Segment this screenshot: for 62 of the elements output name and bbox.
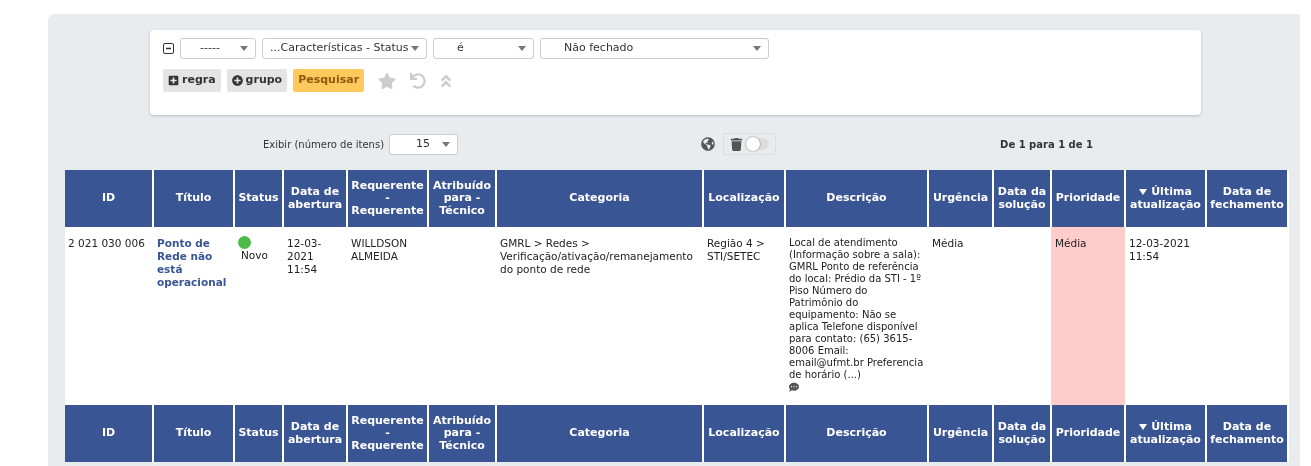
column-header[interactable]: ID: [65, 405, 153, 462]
caret-icon: [442, 141, 451, 147]
search-button[interactable]: Pesquisar: [293, 69, 365, 92]
column-header[interactable]: Data de abertura: [283, 405, 347, 462]
dropdown-select[interactable]: é: [433, 38, 534, 59]
caret-icon: [240, 46, 248, 51]
column-header[interactable]: Data de abertura: [283, 170, 347, 227]
column-header[interactable]: Data da solução: [993, 170, 1051, 227]
add-button[interactable]: grupo: [226, 69, 288, 92]
column-header[interactable]: Data de fechamento: [1206, 405, 1288, 462]
status-label: Novo: [241, 249, 268, 261]
column-header[interactable]: Status: [234, 405, 283, 462]
column-header[interactable]: Descrição: [785, 405, 928, 462]
comments-icon[interactable]: [789, 382, 799, 392]
dropdown-select[interactable]: -----: [180, 38, 256, 59]
description-text: Local de atendimento (Informação sobre a sala): GMRL Ponto de referência do local: Prédio da STI - 1º Piso Número do Patrimônio do equipamento: Não se aplica Telefone disponível para contato: (65) 3615-8006 Email: email@ufmt.br Preferencia de horário (...): [789, 237, 924, 381]
items-per-page-select[interactable]: 15: [389, 133, 459, 155]
column-header[interactable]: Urgência: [928, 405, 993, 462]
column-header[interactable]: Requerente - Requerente: [347, 170, 428, 227]
column-header[interactable]: Localização: [703, 405, 785, 462]
display-label: Exibir (número de itens): [263, 137, 385, 152]
pagination-text: De 1 para 1 de 1: [1000, 137, 1093, 152]
sort-desc-icon: [1139, 189, 1148, 195]
column-header[interactable]: Descrição: [785, 170, 928, 227]
column-header[interactable]: Título: [153, 405, 234, 462]
caret-icon: [518, 46, 526, 51]
column-header[interactable]: Data de fechamento: [1206, 170, 1288, 227]
table-cell: 12-03-2021 11:54: [1125, 227, 1206, 405]
column-header[interactable]: Atribuído para - Técnico: [428, 170, 496, 227]
column-header[interactable]: Prioridade: [1051, 170, 1125, 227]
column-header[interactable]: Localização: [703, 170, 785, 227]
column-header[interactable]: ID: [65, 170, 153, 227]
column-header[interactable]: Categoria: [496, 170, 703, 227]
dropdown-select[interactable]: Não fechado: [540, 38, 769, 59]
column-header[interactable]: Título: [153, 170, 234, 227]
add-button[interactable]: regra: [163, 69, 221, 92]
column-header[interactable]: Requerente - Requerente: [347, 405, 428, 462]
priority-cell: Média: [1051, 227, 1125, 405]
toggle-switch[interactable]: [747, 138, 770, 150]
column-header[interactable]: Última atualização: [1125, 170, 1206, 227]
table-cell: WILLDSON ALMEIDA: [347, 227, 428, 405]
table-cell: GMRL > Redes > Verificação/ativação/remanejamento do ponto de rede: [496, 227, 703, 405]
column-header[interactable]: Urgência: [928, 170, 993, 227]
table-cell: Região 4 > STI/SETEC: [703, 227, 785, 405]
star-icon[interactable]: [378, 71, 397, 90]
table-cell: 2 021 030 006: [65, 227, 153, 405]
collapse-icon[interactable]: [163, 43, 174, 54]
column-header[interactable]: Data da solução: [993, 405, 1051, 462]
table-cell: Média: [928, 227, 993, 405]
caret-icon: [411, 46, 419, 51]
dropdown-select[interactable]: ...Características - Status: [262, 38, 427, 59]
ticket-title-link[interactable]: Ponto de Rede não está operacional: [153, 227, 234, 405]
sort-desc-icon: [1139, 424, 1148, 430]
caret-icon: [753, 46, 761, 51]
globe-icon[interactable]: [701, 137, 716, 151]
column-header[interactable]: Prioridade: [1051, 405, 1125, 462]
column-header[interactable]: Última atualização: [1125, 405, 1206, 462]
column-header[interactable]: Categoria: [496, 405, 703, 462]
column-header[interactable]: Atribuído para - Técnico: [428, 405, 496, 462]
table-cell: 12-03-2021 11:54: [283, 227, 347, 405]
trash-icon[interactable]: [730, 137, 744, 151]
column-header[interactable]: Status: [234, 170, 283, 227]
